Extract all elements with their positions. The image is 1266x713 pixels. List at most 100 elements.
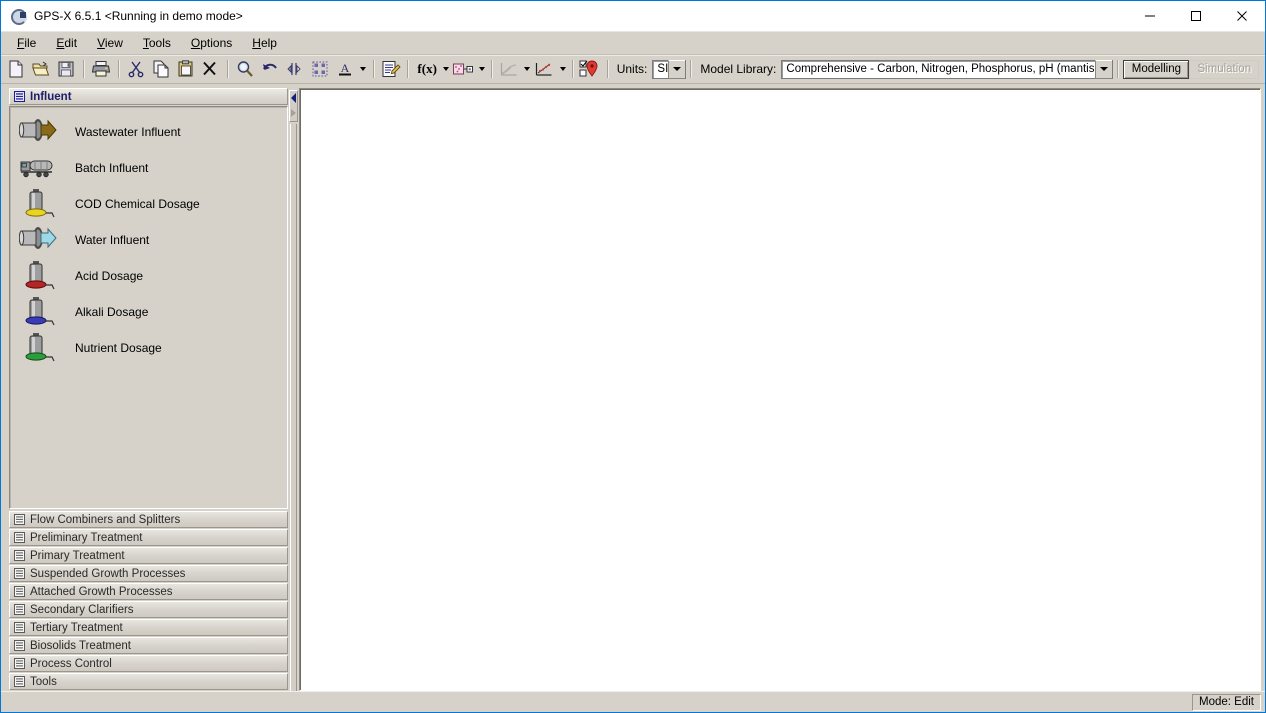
model-library-label: Model Library: [700,62,777,76]
category-label: Attached Growth Processes [30,585,173,598]
menu-help[interactable]: Help [242,34,287,52]
line-chart-dropdown[interactable] [522,58,533,80]
menu-view[interactable]: View [87,34,133,52]
font-color-dropdown[interactable] [358,58,369,80]
sidebar-splitter[interactable] [288,88,299,691]
triangle-right-icon[interactable] [291,109,296,117]
print-icon[interactable] [89,57,113,81]
dosage-pump-blue-icon [17,295,61,329]
palette-item-acid-dosage[interactable]: Acid Dosage [10,258,287,294]
palette-item-batch-influent[interactable]: Batch Influent [10,150,287,186]
group-header-influent-label: Influent [30,90,72,103]
category-label: Flow Combiners and Splitters [30,513,181,526]
title-bar: GPS-X 6.5.1 <Running in demo mode> [1,1,1265,32]
grid-icon[interactable] [308,57,332,81]
status-bar: Mode: Edit [1,691,1265,712]
save-disk-icon[interactable] [54,57,78,81]
pipe-arrow-cyan-icon [17,223,61,257]
influent-object-list: Wastewater Influent Batch Influent COD C… [9,106,288,509]
menu-options-rest: ptions [200,36,233,50]
maximize-button[interactable] [1173,1,1219,31]
units-dropdown-arrow[interactable] [668,59,686,79]
menu-file[interactable]: File [7,34,46,52]
triangle-left-icon[interactable] [291,93,296,103]
table-data-icon[interactable] [451,57,475,81]
category-attached-growth-processes[interactable]: Attached Growth Processes [9,583,288,600]
font-color-icon[interactable]: A [333,57,357,81]
minimize-button[interactable] [1127,1,1173,31]
dosage-pump-green-icon [17,331,61,365]
list-panel-icon [14,676,25,687]
open-folder-icon[interactable] [29,57,53,81]
status-mode: Mode: Edit [1192,693,1261,711]
list-panel-icon [14,622,25,633]
category-secondary-clarifiers[interactable]: Secondary Clarifiers [9,601,288,618]
units-select[interactable]: SI [652,59,687,79]
close-button[interactable] [1219,1,1265,31]
align-icon[interactable] [283,57,307,81]
svg-text:A: A [341,61,350,75]
group-header-influent[interactable]: Influent [9,88,288,105]
palette-item-nutrient-dosage[interactable]: Nutrient Dosage [10,330,287,366]
menu-edit-rest: dit [64,36,78,50]
function-fx-dropdown[interactable] [441,58,452,80]
list-panel-icon [14,568,25,579]
splitter-track[interactable] [290,124,297,691]
category-label: Suspended Growth Processes [30,567,186,580]
menu-help-rest: elp [260,36,277,50]
model-library-select[interactable]: Comprehensive - Carbon, Nitrogen, Phosph… [781,59,1114,79]
main-body: Influent Wastewater Influent Batch Influ… [1,84,1265,691]
category-suspended-growth-processes[interactable]: Suspended Growth Processes [9,565,288,582]
splitter-collapse-controls[interactable] [289,90,298,122]
units-label: Units: [616,62,648,76]
list-panel-icon [14,514,25,525]
window-title: GPS-X 6.5.1 <Running in demo mode> [34,9,243,23]
category-preliminary-treatment[interactable]: Preliminary Treatment [9,529,288,546]
toolbar-separator [82,60,85,78]
new-file-icon[interactable] [4,57,28,81]
gpsx-logo-icon [10,8,27,25]
toolbar-separator [571,60,574,78]
palette-item-label: Nutrient Dosage [75,341,162,355]
palette-item-cod-chemical-dosage[interactable]: COD Chemical Dosage [10,186,287,222]
modelling-mode-button[interactable]: Modelling [1123,59,1190,79]
palette-item-wastewater-influent[interactable]: Wastewater Influent [10,114,287,150]
palette-item-label: Wastewater Influent [75,125,181,139]
table-data-dropdown[interactable] [476,58,487,80]
scatter-chart-dropdown[interactable] [557,58,568,80]
object-palette-sidebar: Influent Wastewater Influent Batch Influ… [9,88,288,691]
list-panel-icon [14,550,25,561]
drawing-canvas[interactable] [299,88,1261,691]
scatter-chart-icon[interactable] [532,57,556,81]
category-primary-treatment[interactable]: Primary Treatment [9,547,288,564]
menu-options[interactable]: Options [181,34,242,52]
category-label: Tertiary Treatment [30,621,123,634]
edit-document-icon[interactable] [379,57,403,81]
category-tertiary-treatment[interactable]: Tertiary Treatment [9,619,288,636]
palette-item-label: COD Chemical Dosage [75,197,200,211]
checkbox-pin-icon[interactable] [578,57,602,81]
palette-item-alkali-dosage[interactable]: Alkali Dosage [10,294,287,330]
menu-edit[interactable]: Edit [46,34,87,52]
category-label: Preliminary Treatment [30,531,143,544]
paste-clipboard-icon[interactable] [174,57,198,81]
palette-item-water-influent[interactable]: Water Influent [10,222,287,258]
category-tools[interactable]: Tools [9,673,288,690]
undo-arrow-icon[interactable] [258,57,282,81]
category-biosolids-treatment[interactable]: Biosolids Treatment [9,637,288,654]
category-flow-combiners-and-splitters[interactable]: Flow Combiners and Splitters [9,511,288,528]
menu-tools[interactable]: Tools [133,34,181,52]
mode-button-group: Modelling Simulation [1113,59,1265,79]
menu-bar: File Edit View Tools Options Help [1,32,1265,55]
simulation-mode-button[interactable]: Simulation [1189,59,1260,79]
category-label: Tools [30,675,57,688]
category-process-control[interactable]: Process Control [9,655,288,672]
delete-x-icon[interactable] [198,57,222,81]
toolbar-separator [1117,59,1120,78]
zoom-magnifier-icon[interactable] [233,57,257,81]
cut-scissors-icon[interactable] [124,57,148,81]
toolbar: A f(x) Units: SI Model Library: Comprehe… [1,55,1265,84]
model-library-dropdown-arrow[interactable] [1095,59,1113,79]
function-fx-icon[interactable]: f(x) [413,61,441,77]
copy-icon[interactable] [149,57,173,81]
